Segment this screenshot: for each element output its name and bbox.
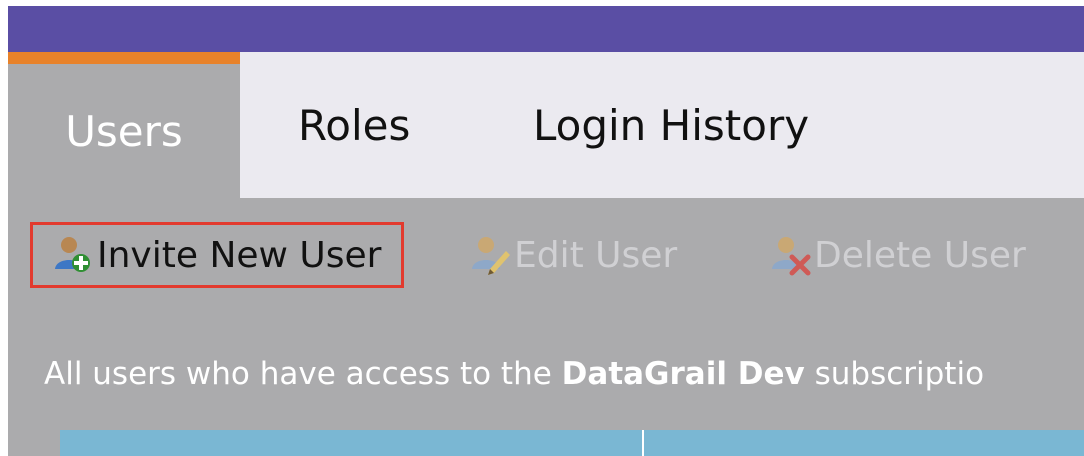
subscription-name: DataGrail Dev [561,356,805,392]
users-table-header [60,430,1084,456]
invite-new-user-button[interactable]: Invite New User [30,222,404,288]
user-delete-icon [772,237,811,276]
tab-roles[interactable]: Roles [298,52,410,198]
edit-user-label: Edit User [514,234,678,276]
description-prefix: All users who have access to the [44,356,562,392]
tab-bar: Users Roles Login History [8,52,1084,198]
tab-users[interactable]: Users [8,52,240,198]
users-content: All users who have access to the DataGra… [8,314,1084,456]
admin-panel: Users Roles Login History Invite New Use… [8,6,1084,456]
description-suffix: subscriptio [804,356,985,392]
user-edit-icon [472,237,510,275]
user-add-icon [55,237,90,272]
delete-user-label: Delete User [814,234,1026,276]
toolbar: Invite New User Edit User Delete User [8,198,1084,315]
table-column-divider [642,430,644,456]
edit-user-button[interactable]: Edit User [468,222,677,288]
top-bar [8,6,1084,52]
tab-login-history[interactable]: Login History [533,52,809,198]
access-description: All users who have access to the DataGra… [44,356,984,392]
invite-new-user-label: Invite New User [97,234,382,276]
delete-user-button[interactable]: Delete User [768,222,1026,288]
